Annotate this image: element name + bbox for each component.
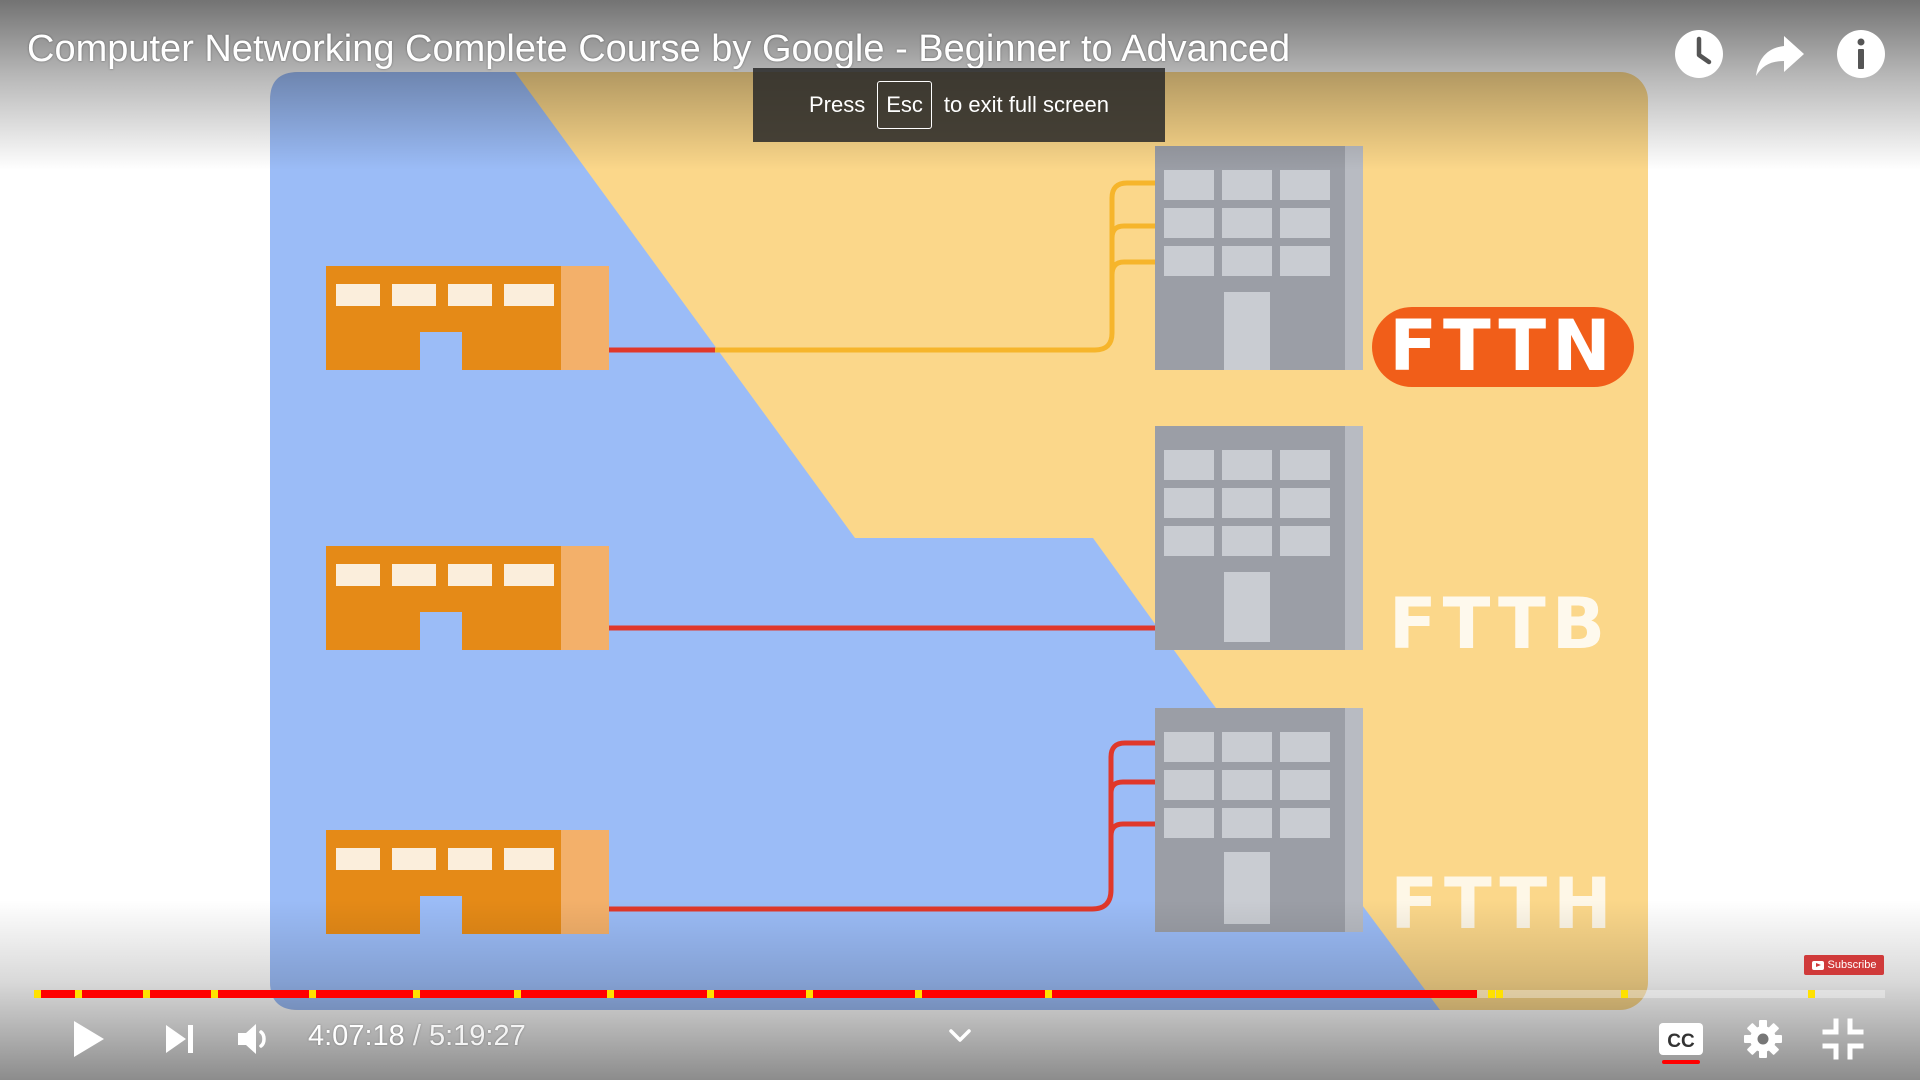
info-button[interactable] bbox=[1833, 26, 1889, 82]
chapter-marker bbox=[1808, 990, 1816, 998]
chapter-marker bbox=[34, 990, 41, 998]
share-arrow-icon bbox=[1756, 36, 1804, 76]
exit-fullscreen-icon bbox=[1822, 1018, 1864, 1060]
share-button[interactable] bbox=[1752, 26, 1808, 82]
chapter-marker bbox=[1044, 990, 1052, 998]
cc-icon: CC bbox=[1659, 1023, 1703, 1055]
subscribe-watermark[interactable]: Subscribe bbox=[1804, 955, 1884, 975]
gear-icon bbox=[1744, 1020, 1782, 1058]
house-middle bbox=[326, 546, 609, 650]
chapter-marker bbox=[1621, 990, 1629, 998]
chapter-marker bbox=[74, 990, 82, 998]
video-title[interactable]: Computer Networking Complete Course by G… bbox=[27, 28, 1290, 71]
chapter-marker bbox=[1488, 990, 1496, 998]
time-display: 4:07:18 / 5:19:27 bbox=[308, 1020, 526, 1053]
exit-fullscreen-button[interactable] bbox=[1814, 1013, 1872, 1065]
play-icon bbox=[74, 1021, 104, 1057]
chapter-marker bbox=[412, 990, 420, 998]
building-middle bbox=[1155, 426, 1363, 650]
chapter-marker bbox=[606, 990, 614, 998]
video-player[interactable]: FTTN FTTB FTTH Computer Networking Compl… bbox=[0, 0, 1920, 1080]
captions-button[interactable]: CC bbox=[1651, 1013, 1711, 1065]
clock-icon bbox=[1675, 30, 1723, 78]
youtube-logo-icon bbox=[1811, 960, 1824, 970]
building-top bbox=[1155, 146, 1363, 370]
chapter-marker bbox=[309, 990, 317, 998]
chapter-marker bbox=[806, 990, 814, 998]
fullscreen-exit-toast: Press Esc to exit full screen bbox=[753, 68, 1165, 142]
chapter-marker bbox=[143, 990, 151, 998]
skip-next-icon bbox=[166, 1025, 193, 1053]
volume-icon bbox=[238, 1024, 266, 1054]
more-videos-toggle[interactable] bbox=[940, 1018, 980, 1054]
volume-button[interactable] bbox=[226, 1013, 282, 1065]
video-frame[interactable]: FTTN FTTB FTTH bbox=[0, 0, 1920, 1080]
chapter-marker bbox=[1495, 990, 1503, 998]
toast-prefix: Press bbox=[808, 92, 866, 117]
toast-suffix: to exit full screen bbox=[943, 92, 1109, 117]
info-icon bbox=[1837, 30, 1885, 78]
house-bottom bbox=[326, 830, 609, 934]
house-top bbox=[326, 266, 609, 370]
chapter-marker bbox=[514, 990, 522, 998]
chapter-marker bbox=[915, 990, 923, 998]
chapter-marker bbox=[706, 990, 714, 998]
toast-esc-key: Esc bbox=[877, 81, 932, 129]
captions-active-indicator bbox=[1662, 1060, 1700, 1064]
chapter-marker bbox=[211, 990, 219, 998]
progress-bar[interactable] bbox=[34, 990, 1885, 998]
next-video-button[interactable] bbox=[152, 1013, 208, 1065]
subscribe-label: Subscribe bbox=[1827, 959, 1877, 971]
cc-label: CC bbox=[1667, 1031, 1695, 1052]
label-fttb: FTTB bbox=[1389, 583, 1611, 665]
current-time: 4:07:18 bbox=[308, 1020, 405, 1052]
duration: 5:19:27 bbox=[428, 1020, 526, 1052]
settings-button[interactable] bbox=[1735, 1013, 1791, 1065]
chevron-down-icon bbox=[949, 1029, 971, 1042]
time-separator: / bbox=[412, 1020, 421, 1052]
progress-played bbox=[37, 990, 1478, 998]
watch-later-button[interactable] bbox=[1671, 26, 1727, 82]
play-button[interactable] bbox=[60, 1013, 116, 1065]
label-fttn: FTTN bbox=[1389, 305, 1617, 387]
label-ftth: FTTH bbox=[1390, 863, 1618, 945]
building-bottom bbox=[1155, 708, 1363, 932]
